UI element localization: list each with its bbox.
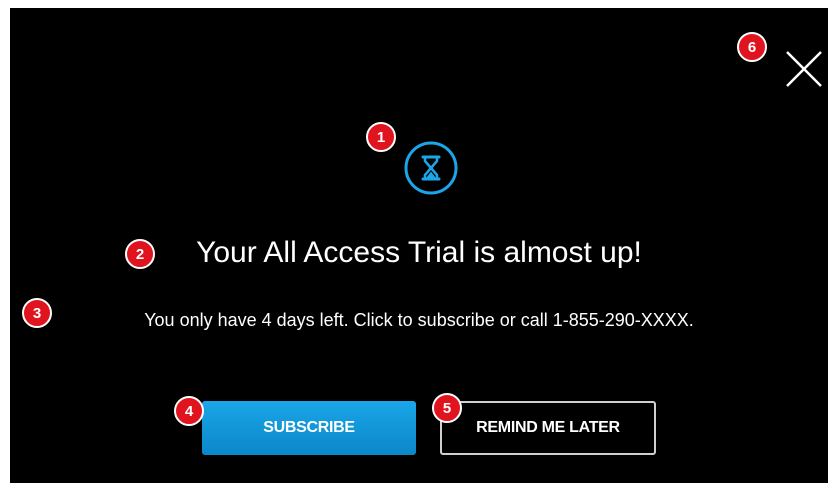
annotation-marker-6: 6 (737, 32, 767, 62)
close-button[interactable] (778, 43, 830, 95)
hourglass-icon (404, 141, 458, 195)
dialog-message: You only have 4 days left. Click to subs… (144, 310, 694, 330)
annotation-marker-5: 5 (432, 393, 462, 423)
subscribe-button[interactable]: SUBSCRIBE (202, 401, 416, 455)
annotation-marker-4: 4 (174, 396, 204, 426)
remind-me-later-button[interactable]: REMIND ME LATER (440, 401, 656, 455)
annotation-marker-2: 2 (125, 239, 155, 269)
annotation-marker-3: 3 (22, 298, 52, 328)
close-icon (786, 51, 822, 87)
annotation-marker-1: 1 (366, 122, 396, 152)
